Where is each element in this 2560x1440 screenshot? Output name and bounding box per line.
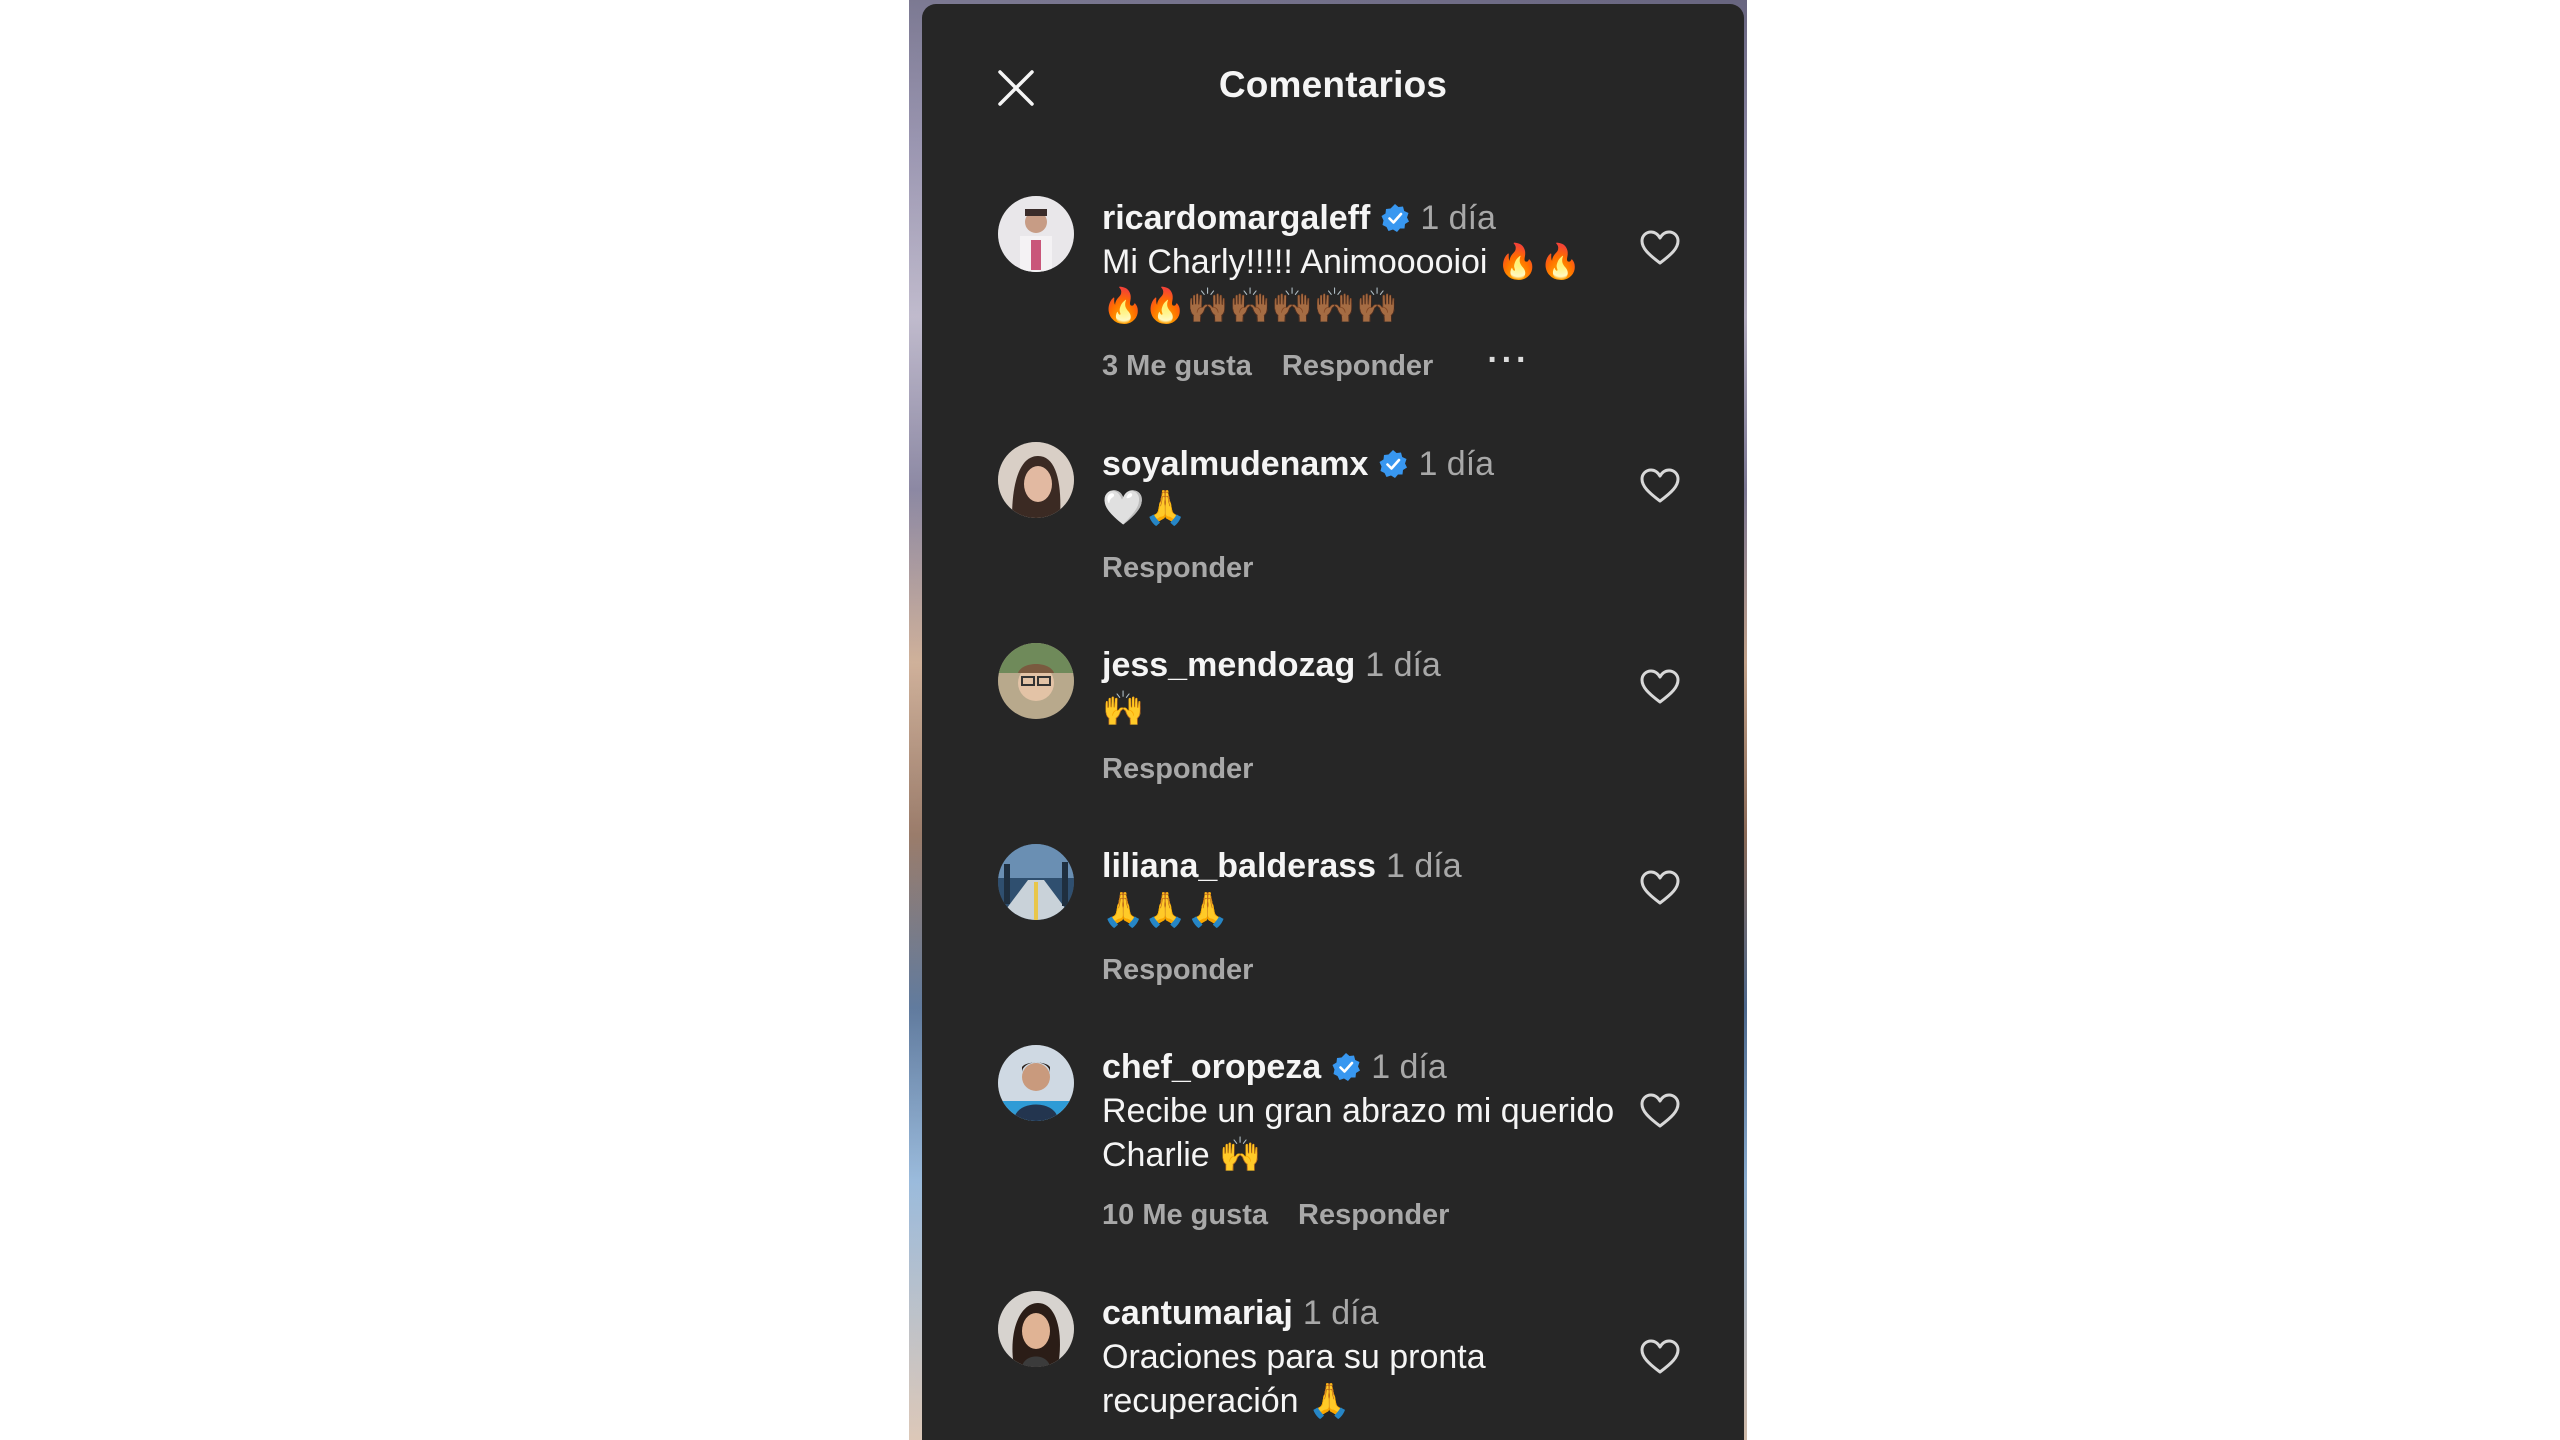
reply-button[interactable]: Responder [1298, 1199, 1449, 1232]
comment-text: 🙌 [1102, 690, 1145, 728]
comment-username[interactable]: liliana_balderass [1102, 844, 1376, 888]
avatar[interactable] [998, 1045, 1074, 1121]
like-button[interactable] [1638, 866, 1682, 910]
panel-title: Comentarios [1218, 64, 1448, 105]
comment-actions: Responder [1102, 950, 1684, 990]
comment-text: 🙏🙏🙏 [1102, 891, 1230, 929]
like-button[interactable] [1638, 1089, 1682, 1133]
reply-button[interactable]: Responder [1102, 753, 1253, 786]
like-button[interactable] [1638, 226, 1682, 270]
comment-body: soyalmudenamx 1 día 🤍🙏 Responder [1102, 412, 1684, 588]
comment-body: cantumariaj 1 día Oraciones para su pron… [1102, 1261, 1684, 1423]
comment-header: ricardomargaleff 1 día [1102, 196, 1684, 240]
comment-text: Recibe un gran abrazo mi querido Charlie… [1102, 1092, 1615, 1174]
comment-body: liliana_balderass 1 día 🙏🙏🙏 Responder [1102, 814, 1684, 990]
like-button[interactable] [1638, 1335, 1682, 1379]
like-button[interactable] [1638, 665, 1682, 709]
panel-header: Comentarios [922, 4, 1744, 166]
comment-username[interactable]: jess_mendozag [1102, 643, 1355, 687]
comment-username[interactable]: cantumariaj [1102, 1291, 1293, 1335]
verified-badge-icon [1378, 449, 1408, 479]
heart-icon [1640, 230, 1680, 265]
avatar[interactable] [998, 196, 1074, 272]
comment-actions: Responder [1102, 749, 1684, 789]
comment-body: jess_mendozag 1 día 🙌 Responder [1102, 613, 1684, 789]
comment-header: liliana_balderass 1 día [1102, 844, 1684, 888]
comment-text: Oraciones para su pronta recuperación 🙏 [1102, 1338, 1486, 1420]
avatar[interactable] [998, 844, 1074, 920]
comment-list: ricardomargaleff 1 día Mi Charly!!!!! An… [922, 166, 1744, 1440]
comment-time: 1 día [1365, 646, 1441, 684]
like-button[interactable] [1638, 464, 1682, 508]
comment-item: liliana_balderass 1 día 🙏🙏🙏 Responder [922, 814, 1744, 1015]
more-options-button[interactable]: ··· [1487, 343, 1530, 382]
avatar[interactable] [998, 643, 1074, 719]
screen: Comentarios ricardomargaleff 1 día Mi Ch… [0, 0, 2560, 1440]
comment-username[interactable]: ricardomargaleff [1102, 196, 1370, 240]
likes-count[interactable]: 10 Me gusta [1102, 1199, 1268, 1232]
heart-icon [1640, 468, 1680, 503]
comment-header: cantumariaj 1 día [1102, 1291, 1684, 1335]
comment-actions: 3 Me gusta Responder ··· [1102, 343, 1684, 386]
heart-icon [1640, 870, 1680, 905]
comment-text: 🤍🙏 [1102, 489, 1187, 527]
reply-button[interactable]: Responder [1282, 350, 1433, 383]
avatar[interactable] [998, 442, 1074, 518]
comment-body: chef_oropeza 1 día Recibe un gran abrazo… [1102, 1015, 1684, 1235]
verified-badge-icon [1331, 1052, 1361, 1082]
comment-time: 1 día [1420, 199, 1496, 237]
comment-actions: Responder [1102, 548, 1684, 588]
comment-item: jess_mendozag 1 día 🙌 Responder [922, 613, 1744, 814]
comment-username[interactable]: chef_oropeza [1102, 1045, 1321, 1089]
comment-time: 1 día [1418, 445, 1495, 483]
comment-item: cantumariaj 1 día Oraciones para su pron… [922, 1261, 1744, 1440]
reply-button[interactable]: Responder [1102, 552, 1253, 585]
reply-button[interactable]: Responder [1102, 954, 1253, 987]
avatar[interactable] [998, 1291, 1074, 1367]
comment-header: jess_mendozag 1 día [1102, 643, 1684, 687]
comment-time: 1 día [1371, 1048, 1447, 1086]
comment-text: Mi Charly!!!!! Animooooioi 🔥🔥🔥🔥🙌🏾🙌🏾🙌🏾🙌🏾🙌… [1102, 243, 1582, 325]
heart-icon [1640, 1339, 1680, 1374]
heart-icon [1640, 1093, 1680, 1128]
comment-time: 1 día [1386, 847, 1462, 885]
comment-actions: 10 Me gusta Responder [1102, 1195, 1684, 1235]
verified-badge-icon [1380, 203, 1410, 233]
comment-header: soyalmudenamx 1 día [1102, 442, 1684, 486]
comment-username[interactable]: soyalmudenamx [1102, 442, 1368, 486]
comment-item: ricardomargaleff 1 día Mi Charly!!!!! An… [922, 166, 1744, 412]
comment-time: 1 día [1302, 1294, 1379, 1332]
heart-icon [1640, 669, 1680, 704]
comment-item: chef_oropeza 1 día Recibe un gran abrazo… [922, 1015, 1744, 1261]
comments-panel: Comentarios ricardomargaleff 1 día Mi Ch… [922, 4, 1744, 1440]
likes-count[interactable]: 3 Me gusta [1102, 350, 1252, 383]
comment-item: soyalmudenamx 1 día 🤍🙏 Responder [922, 412, 1744, 613]
comment-body: ricardomargaleff 1 día Mi Charly!!!!! An… [1102, 166, 1684, 386]
comment-header: chef_oropeza 1 día [1102, 1045, 1684, 1089]
